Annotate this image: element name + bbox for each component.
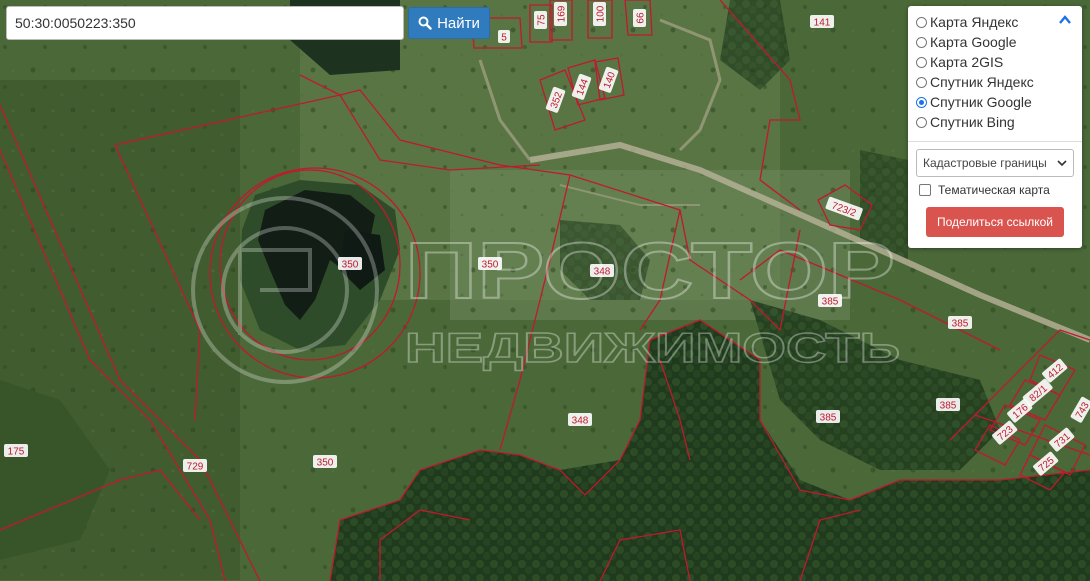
parcel-label-5[interactable]: 5	[498, 30, 510, 44]
layer-option-label: Спутник Google	[930, 94, 1032, 110]
parcel-label-100[interactable]: 100	[593, 2, 607, 26]
parcel-label-75[interactable]: 75	[534, 11, 548, 29]
parcel-label-text: 729	[187, 462, 204, 473]
parcel-label-text: 141	[814, 18, 831, 29]
parcel-label-350[interactable]: 350	[338, 257, 362, 271]
parcel-label-text: 66	[636, 12, 647, 24]
parcel-label-text: 5	[501, 33, 507, 44]
radio-button[interactable]	[916, 16, 927, 28]
parcel-label-385[interactable]: 385	[818, 294, 842, 308]
layer-option-bing-satellite[interactable]: Спутник Bing	[916, 112, 1074, 132]
radio-button-selected[interactable]	[916, 96, 927, 108]
divider	[908, 141, 1082, 142]
radio-button[interactable]	[916, 56, 927, 68]
radio-button[interactable]	[916, 116, 927, 128]
layer-option-2gis-map[interactable]: Карта 2GIS	[916, 52, 1074, 72]
checkbox[interactable]	[919, 184, 931, 196]
share-link-button[interactable]: Поделиться ссылкой	[926, 207, 1064, 237]
parcel-label-text: 100	[596, 5, 607, 22]
layer-option-label: Спутник Bing	[930, 114, 1015, 130]
search-button[interactable]: Найти	[408, 7, 490, 39]
parcel-label-350[interactable]: 350	[478, 257, 502, 271]
parcel-label-text: 385	[822, 297, 839, 308]
parcel-label-text: 348	[594, 267, 611, 278]
overlay-select[interactable]: Кадастровые границы	[916, 149, 1074, 177]
parcel-label-169[interactable]: 169	[554, 2, 568, 26]
parcel-label-141[interactable]: 141	[810, 15, 834, 29]
parcel-label-385[interactable]: 385	[816, 410, 840, 424]
parcel-label-text: 350	[317, 458, 334, 469]
parcel-label-385[interactable]: 385	[936, 398, 960, 412]
layer-option-google-map[interactable]: Карта Google	[916, 32, 1074, 52]
layer-option-label: Спутник Яндекс	[930, 74, 1034, 90]
layer-option-yandex-map[interactable]: Карта Яндекс	[916, 12, 1074, 32]
parcel-label-text: 348	[572, 416, 589, 427]
parcel-label-385[interactable]: 385	[948, 316, 972, 330]
parcel-label-text: 385	[820, 413, 837, 424]
parcel-label-text: 350	[482, 260, 499, 271]
thematic-map-toggle[interactable]: Тематическая карта	[916, 183, 1074, 197]
layers-panel: Карта Яндекс Карта Google Карта 2GIS Спу…	[908, 6, 1082, 248]
parcel-label-175[interactable]: 175	[4, 444, 28, 458]
radio-button[interactable]	[916, 76, 927, 88]
parcel-label-348[interactable]: 348	[568, 413, 592, 427]
parcel-label-text: 175	[8, 447, 25, 458]
thematic-map-label: Тематическая карта	[938, 183, 1050, 197]
parcel-label-348[interactable]: 348	[590, 264, 614, 278]
parcel-label-text: 75	[537, 14, 548, 26]
search-button-label: Найти	[437, 14, 480, 32]
radio-button[interactable]	[916, 36, 927, 48]
parcel-label-text: 385	[952, 319, 969, 330]
parcel-label-text: 350	[342, 260, 359, 271]
chevron-up-icon[interactable]	[1058, 14, 1072, 26]
parcel-label-text: 385	[940, 401, 957, 412]
layer-option-google-satellite[interactable]: Спутник Google	[916, 92, 1074, 112]
search-input[interactable]	[6, 6, 404, 40]
chevron-down-icon	[1057, 160, 1067, 167]
parcel-label-350[interactable]: 350	[313, 455, 337, 469]
parcel-label-66[interactable]: 66	[633, 9, 647, 27]
parcel-label-text: 169	[557, 5, 568, 22]
layer-option-label: Карта 2GIS	[930, 54, 1004, 70]
watermark-line2: НЕДВИЖИМОСТЬ	[405, 324, 900, 371]
parcel-label-729[interactable]: 729	[183, 459, 207, 473]
layer-option-yandex-satellite[interactable]: Спутник Яндекс	[916, 72, 1074, 92]
search-icon	[418, 16, 432, 30]
overlay-select-value: Кадастровые границы	[923, 156, 1047, 170]
layer-option-label: Карта Яндекс	[930, 14, 1019, 30]
layer-option-label: Карта Google	[930, 34, 1017, 50]
